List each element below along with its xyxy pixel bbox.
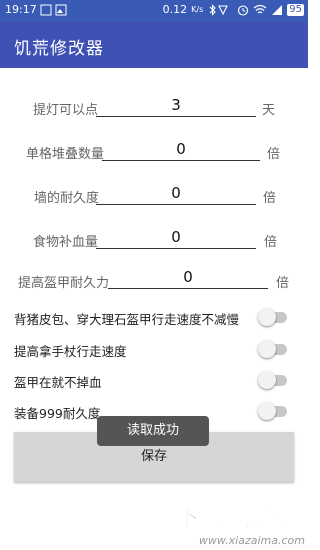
toggle-row-armor-no-damage: 盔甲在就不掉血 [0,366,308,394]
bluetooth-icon [209,3,229,16]
watermark-url: www.xiazaima.com [198,534,305,547]
field-label: 墙的耐久度 [34,191,100,206]
watermark-title: 下载马应用 [174,503,305,533]
field-label: 提灯可以点 [33,103,99,118]
network-unit: K/s [191,5,204,14]
armor-no-damage-switch[interactable] [258,371,288,389]
status-bar: 19:17 0.12 K/s 95 [0,0,308,22]
status-time: 19:17 [5,3,37,16]
field-row-lantern: 提灯可以点 3 天 [0,94,308,134]
food-heal-input[interactable]: 0 [96,226,256,249]
field-row-armor: 提高盔甲耐久力 0 倍 [0,266,308,306]
lantern-days-input[interactable]: 3 [96,94,256,117]
toggle-label: 背猪皮包、穿大理石盔甲行走速度不减慢 [14,312,240,327]
stack-size-input[interactable]: 0 [102,138,260,161]
field-label: 食物补血量 [33,235,99,250]
app-bar: 饥荒修改器 [0,22,308,68]
field-label: 单格堆叠数量 [26,147,105,162]
toggle-label: 装备999耐久度 [14,406,101,421]
armor-durability-input[interactable]: 0 [108,266,268,289]
battery-level: 95 [287,3,304,16]
save-button-label: 保存 [140,449,167,464]
field-row-food: 食物补血量 0 倍 [0,226,308,266]
toggle-row-cane-speed: 提高拿手杖行走速度 [0,335,308,363]
notification-icons [40,4,67,16]
field-unit: 倍 [276,276,290,291]
signal-icon [272,4,283,15]
field-unit: 倍 [267,147,281,162]
durability-999-switch[interactable] [258,402,288,420]
watermark-logo: 下载马应用 www.xiazaima.com [150,498,305,548]
toggle-label: 提高拿手杖行走速度 [14,344,127,359]
field-label: 提高盔甲耐久力 [18,276,110,291]
toast-message: 读取成功 [97,416,209,446]
field-unit: 天 [262,103,276,118]
toggle-label: 盔甲在就不掉血 [14,375,102,390]
toggle-row-no-slowdown: 背猪皮包、穿大理石盔甲行走速度不减慢 [0,303,308,331]
field-unit: 倍 [264,235,278,250]
wall-durability-input[interactable]: 0 [96,182,256,205]
field-unit: 倍 [263,191,277,206]
app-title: 饥荒修改器 [14,39,104,59]
wifi-icon [253,4,267,13]
field-row-stack: 单格堆叠数量 0 倍 [0,138,308,178]
no-slowdown-switch[interactable] [258,308,288,326]
network-speed: 0.12 [162,3,188,16]
cane-speed-switch[interactable] [258,340,288,358]
alarm-icon [238,4,249,16]
field-row-wall: 墙的耐久度 0 倍 [0,182,308,222]
